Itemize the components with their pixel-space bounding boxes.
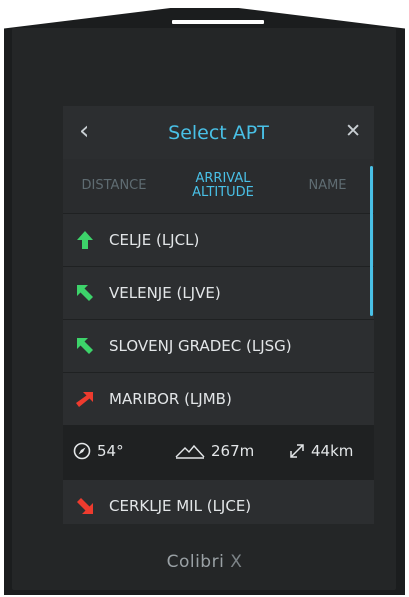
tab-distance[interactable]: DISTANCE (63, 159, 165, 213)
tab-name[interactable]: NAME (281, 159, 374, 213)
close-button[interactable]: ✕ (345, 120, 361, 142)
tab-name-label: NAME (308, 178, 347, 193)
brand-logo: Colibri X (0, 552, 409, 572)
list-item-label: SLOVENJ GRADEC (LJSG) (109, 337, 292, 355)
device-top-slot (172, 20, 264, 24)
tab-distance-label: DISTANCE (81, 178, 147, 193)
compass-icon (73, 442, 91, 460)
list-item-velenje[interactable]: VELENJE (LJVE) (63, 267, 374, 319)
dialog-header: ‹ Select APT ✕ (63, 106, 374, 159)
list-item-label: MARIBOR (LJMB) (109, 390, 232, 408)
up-arrow-icon (77, 231, 93, 249)
brand-name: Colibri (166, 552, 225, 572)
sort-tabs: DISTANCE ARRIVAL ALTITUDE NAME (63, 159, 374, 213)
scrollbar[interactable] (370, 166, 373, 316)
brand-suffix: X (224, 552, 243, 572)
up-right-arrow-icon (76, 392, 93, 407)
list-item-cerklje[interactable]: CERKLJE MIL (LJCE) (63, 480, 374, 524)
mountain-icon (175, 444, 205, 459)
screen: ‹ Select APT ✕ DISTANCE ARRIVAL ALTITUDE… (63, 106, 374, 524)
info-bar: 54° 267m 44km (63, 426, 374, 478)
page-title: Select APT (168, 122, 269, 144)
diagonal-arrow-icon (290, 444, 304, 458)
altitude-value: 267m (211, 442, 255, 460)
distance-value: 44km (311, 442, 354, 460)
heading-readout: 54° (73, 442, 124, 460)
tab-arrival-label-line1: ARRIVAL (195, 171, 251, 186)
list-item-celje[interactable]: CELJE (LJCL) (63, 214, 374, 266)
tab-arrival-label-line2: ALTITUDE (192, 185, 254, 200)
up-left-arrow-icon (77, 338, 93, 354)
list-item-maribor[interactable]: MARIBOR (LJMB) (63, 373, 374, 425)
list-item-slovenj-gradec[interactable]: SLOVENJ GRADEC (LJSG) (63, 320, 374, 372)
distance-readout: 44km (289, 442, 353, 460)
list-item-label: CELJE (LJCL) (109, 231, 200, 249)
down-right-arrow-icon (77, 498, 93, 514)
list-item-label: CERKLJE MIL (LJCE) (109, 497, 252, 515)
list-item-label: VELENJE (LJVE) (109, 284, 221, 302)
altitude-readout: 267m (175, 442, 254, 460)
heading-value: 54° (97, 442, 124, 460)
up-left-arrow-icon (77, 285, 93, 301)
tab-arrival-altitude[interactable]: ARRIVAL ALTITUDE (166, 159, 280, 213)
